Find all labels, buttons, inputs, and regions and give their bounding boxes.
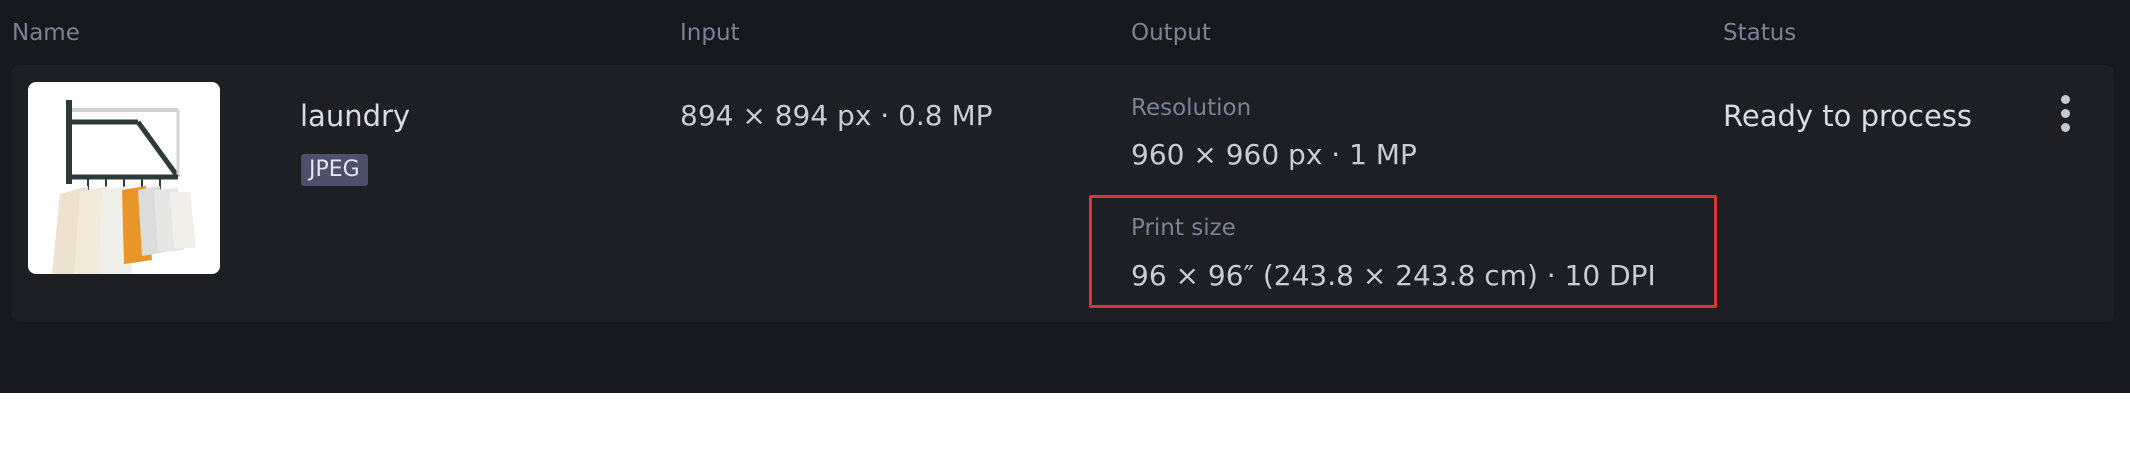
more-vertical-icon	[2061, 95, 2070, 104]
more-options-button[interactable]	[2050, 92, 2082, 136]
file-name[interactable]: laundry	[300, 98, 410, 134]
output-resolution-value: 960 × 960 px · 1 MP	[1131, 138, 1417, 171]
print-size-label: Print size	[1131, 215, 1236, 241]
column-header-name: Name	[12, 20, 80, 46]
input-resolution: 894 × 894 px · 0.8 MP	[680, 99, 993, 132]
file-format-badge: JPEG	[301, 154, 368, 186]
status-value: Ready to process	[1723, 99, 1973, 133]
clothes-rack-icon	[52, 100, 196, 274]
output-resolution-label: Resolution	[1131, 95, 1252, 121]
column-header-input: Input	[680, 20, 740, 46]
app-window: Name Input Output Status laundry JPEG 89…	[0, 0, 2130, 393]
print-size-value: 96 × 96″ (243.8 × 243.8 cm) · 10 DPI	[1131, 259, 1656, 292]
column-header-status: Status	[1723, 20, 1797, 46]
column-header-output: Output	[1131, 20, 1211, 46]
table-row[interactable]: laundry JPEG 894 × 894 px · 0.8 MP Resol…	[12, 65, 2114, 322]
file-thumbnail	[28, 82, 220, 274]
table-header: Name Input Output Status	[0, 0, 2130, 66]
